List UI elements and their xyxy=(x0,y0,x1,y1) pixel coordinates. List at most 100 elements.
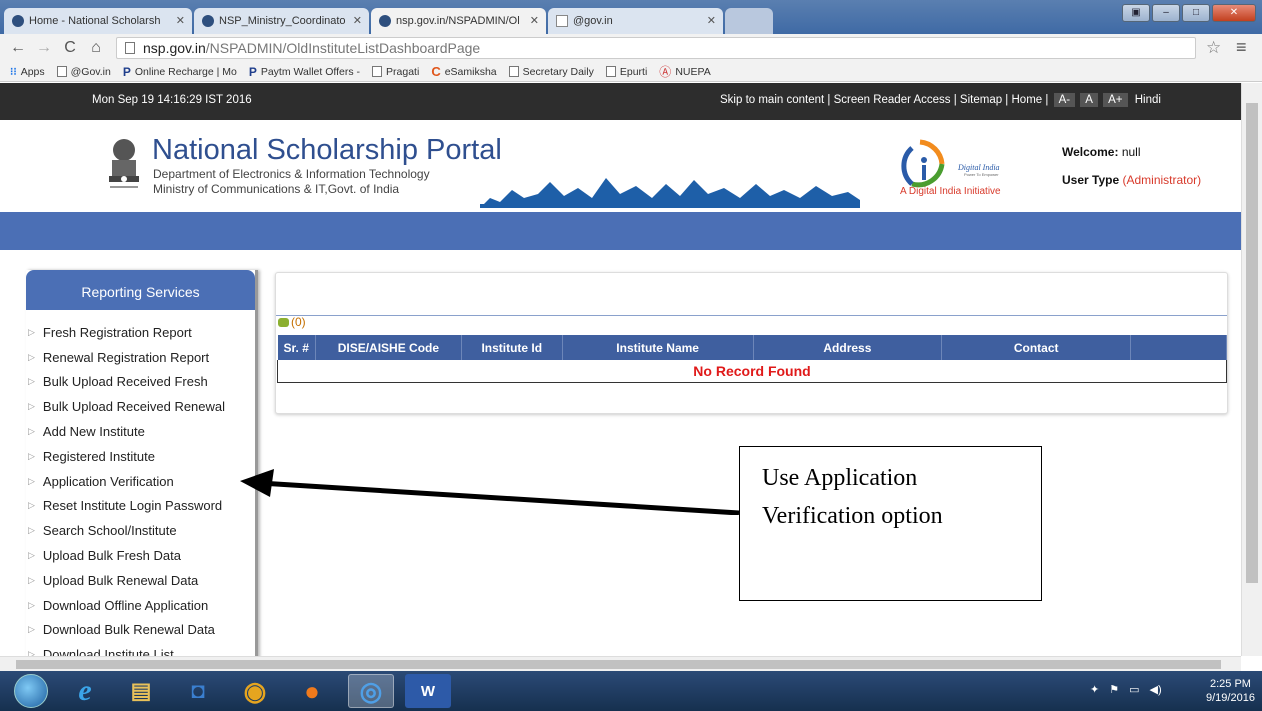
triangle-right-icon: ▷ xyxy=(28,376,35,387)
font-increase-button[interactable]: A+ xyxy=(1103,93,1128,107)
column-header-institute-name[interactable]: Institute Name xyxy=(562,335,754,360)
sidebar-item-add-new-institute[interactable]: ▷ Add New Institute xyxy=(26,419,255,444)
chrome-active-icon[interactable]: ◎ xyxy=(348,674,394,708)
column-header-code[interactable]: DISE/AISHE Code xyxy=(315,335,462,360)
maximize-icon[interactable]: □ xyxy=(1182,4,1210,22)
font-decrease-button[interactable]: A- xyxy=(1053,93,1076,107)
browser-tab[interactable]: @gov.in ✕ xyxy=(548,8,723,34)
outlook-icon[interactable]: ◘ xyxy=(175,674,221,708)
close-icon[interactable]: ✕ xyxy=(353,14,362,27)
reload-icon[interactable]: C xyxy=(62,39,78,57)
close-icon[interactable]: ✕ xyxy=(176,14,185,27)
system-clock[interactable]: 2:25 PM 9/19/2016 xyxy=(1206,677,1255,705)
network-status-icon[interactable]: ✦ xyxy=(1090,683,1099,696)
browser-tab[interactable]: Home - National Scholarsh ✕ xyxy=(4,8,192,34)
portal-title[interactable]: National Scholarship Portal xyxy=(152,134,502,167)
volume-icon[interactable]: ◀) xyxy=(1150,683,1162,696)
horizontal-scrollbar[interactable] xyxy=(0,656,1241,671)
sidebar-item-reset-institute-password[interactable]: ▷ Reset Institute Login Password xyxy=(26,494,255,519)
file-explorer-icon[interactable]: ▤ xyxy=(118,674,164,708)
close-icon[interactable]: ✕ xyxy=(530,14,539,27)
bookmark-star-icon[interactable]: ☆ xyxy=(1206,38,1221,58)
export-excel-icon[interactable] xyxy=(278,317,289,327)
triangle-right-icon: ▷ xyxy=(28,550,35,561)
bookmark-pragati[interactable]: Pragati xyxy=(372,66,419,78)
bookmark-nuepa[interactable]: Ⓐ NUEPA xyxy=(659,63,710,80)
triangle-right-icon: ▷ xyxy=(28,574,35,585)
nsp-favicon-icon xyxy=(202,15,214,27)
triangle-right-icon: ▷ xyxy=(28,475,35,486)
browser-tab-active[interactable]: nsp.gov.in/NSPADMIN/Ol ✕ xyxy=(371,8,546,34)
sidebar-item-application-verification[interactable]: ▷ Application Verification xyxy=(26,469,255,494)
top-info-strip: Mon Sep 19 14:16:29 IST 2016 Skip to mai… xyxy=(0,83,1241,120)
column-header-institute-id[interactable]: Institute Id xyxy=(461,335,563,360)
word-icon[interactable]: W xyxy=(405,674,451,708)
firefox-icon[interactable]: ● xyxy=(289,674,335,708)
tab-title: nsp.gov.in/NSPADMIN/Ol xyxy=(396,15,520,27)
new-tab-button[interactable] xyxy=(725,8,773,34)
sidebar-item-bulk-upload-renewal[interactable]: ▷ Bulk Upload Received Renewal xyxy=(26,394,255,419)
reporting-services-sidebar: Reporting Services ▷ Fresh Registration R… xyxy=(26,270,258,662)
close-icon[interactable]: ✕ xyxy=(707,14,716,27)
font-normal-button[interactable]: A xyxy=(1080,93,1098,107)
bookmark-epurti[interactable]: Epurti xyxy=(605,66,647,78)
minimize-icon[interactable]: – xyxy=(1152,4,1180,22)
menu-icon[interactable]: ≡ xyxy=(1236,37,1247,58)
sidebar-item-label: Download Offline Application xyxy=(42,597,209,613)
sidebar-item-search-school[interactable]: ▷ Search School/Institute xyxy=(26,518,255,543)
close-window-icon[interactable]: ✕ xyxy=(1212,4,1256,22)
scrollbar-thumb[interactable] xyxy=(16,660,1221,669)
sidebar-item-registered-institute[interactable]: ▷ Registered Institute xyxy=(26,444,255,469)
bookmark-online-recharge[interactable]: P Online Recharge | Mo xyxy=(123,65,237,79)
scrollbar-thumb[interactable] xyxy=(1246,103,1258,583)
triangle-right-icon: ▷ xyxy=(28,326,35,337)
bookmarks-bar: ⁝⁝ Apps @Gov.in P Online Recharge | Mo P Pa… xyxy=(0,62,1262,82)
clock-date: 9/19/2016 xyxy=(1206,692,1255,704)
internet-explorer-icon[interactable]: e xyxy=(62,674,108,708)
browser-tab[interactable]: NSP_Ministry_Coordinato ✕ xyxy=(194,8,369,34)
sidebar-item-renewal-registration-report[interactable]: ▷ Renewal Registration Report xyxy=(26,345,255,370)
sidebar-item-upload-bulk-renewal[interactable]: ▷ Upload Bulk Renewal Data xyxy=(26,568,255,593)
back-icon[interactable]: ← xyxy=(10,39,26,57)
display-icon[interactable]: ▭ xyxy=(1129,683,1139,696)
sidebar-item-download-offline-application[interactable]: ▷ Download Offline Application xyxy=(26,593,255,618)
windows-taskbar: e ▤ ◘ ◉ ● ◎ W ✦ ⚑ ▭ ◀) 2:25 PM 9/19/2016 xyxy=(0,671,1262,711)
restore-icon[interactable]: ▣ xyxy=(1122,4,1150,22)
windows-start-icon[interactable] xyxy=(14,674,48,708)
bookmark-gov[interactable]: @Gov.in xyxy=(56,66,111,78)
welcome-user: null xyxy=(1121,145,1141,159)
bookmark-paytm[interactable]: P Paytm Wallet Offers - xyxy=(249,65,360,79)
triangle-right-icon: ▷ xyxy=(28,450,35,461)
page-icon xyxy=(56,66,67,77)
forward-icon[interactable]: → xyxy=(36,39,52,57)
bookmark-esamiksha[interactable]: CeSamiksha xyxy=(431,64,496,79)
home-icon[interactable]: ⌂ xyxy=(88,39,104,57)
page-icon xyxy=(125,42,135,54)
column-header-address[interactable]: Address xyxy=(753,335,943,360)
sidebar-item-bulk-upload-fresh[interactable]: ▷ Bulk Upload Received Fresh xyxy=(26,370,255,395)
sidebar-item-label: Renewal Registration Report xyxy=(42,349,210,365)
digital-india-caption: A Digital India Initiative xyxy=(900,186,1001,197)
url-input[interactable]: nsp.gov.in/NSPADMIN/OldInstituteListDash… xyxy=(116,37,1196,59)
column-header-contact[interactable]: Contact xyxy=(941,335,1132,360)
sidebar-item-fresh-registration-report[interactable]: ▷ Fresh Registration Report xyxy=(26,320,255,345)
tab-title: NSP_Ministry_Coordinato xyxy=(219,15,346,27)
sidebar-heading: Reporting Services xyxy=(26,270,255,310)
bookmark-secretary-daily[interactable]: Secretary Daily xyxy=(508,66,594,78)
url-path: /NSPADMIN/OldInstituteListDashboardPage xyxy=(205,40,481,56)
language-link[interactable]: Hindi xyxy=(1135,94,1161,106)
sidebar-item-upload-bulk-fresh[interactable]: ▷ Upload Bulk Fresh Data xyxy=(26,543,255,568)
chrome-icon[interactable]: ◉ xyxy=(232,674,278,708)
callout-line: Verification option xyxy=(762,503,943,529)
triangle-right-icon: ▷ xyxy=(28,426,35,437)
triangle-right-icon: ▷ xyxy=(28,525,35,536)
sidebar-item-download-bulk-renewal[interactable]: ▷ Download Bulk Renewal Data xyxy=(26,618,255,643)
utility-links[interactable]: Skip to main content | Screen Reader Acc… xyxy=(720,94,1048,106)
page-icon xyxy=(556,15,568,27)
bookmark-apps[interactable]: ⁝⁝ Apps xyxy=(10,66,45,78)
svg-text:Digital India: Digital India xyxy=(957,163,1000,172)
column-header-sr[interactable]: Sr. # xyxy=(277,335,316,360)
vertical-scrollbar[interactable] xyxy=(1241,83,1262,656)
flag-icon[interactable]: ⚑ xyxy=(1109,683,1119,696)
bookmark-label: eSamiksha xyxy=(444,65,497,78)
